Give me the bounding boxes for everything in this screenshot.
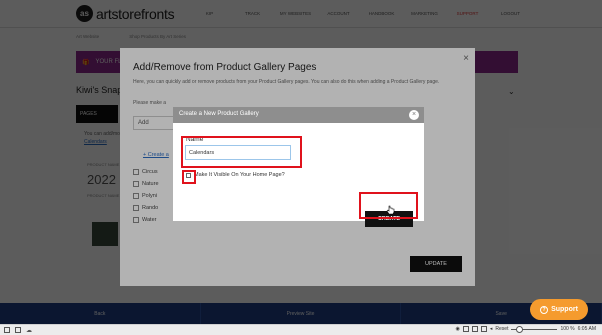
dialog-title: Create a New Product Gallery — [179, 111, 259, 117]
layout-icon[interactable] — [480, 326, 487, 332]
close-icon[interactable]: × — [409, 110, 419, 120]
highlight-box-checkbox — [182, 170, 196, 184]
highlight-box-name — [181, 136, 302, 168]
visible-on-home-label: Make It Visible On Your Home Page? — [194, 172, 285, 178]
window-icon[interactable] — [4, 327, 10, 333]
taskbar: ☁ ◉ ◂ Reset 100 % 6:05 AM — [0, 324, 602, 335]
support-button[interactable]: ? Support — [530, 299, 588, 320]
screen-icon[interactable] — [462, 326, 469, 332]
taskbar-left: ☁ — [4, 327, 32, 334]
reset-label[interactable]: Reset — [495, 326, 508, 332]
cloud-icon[interactable]: ☁ — [26, 327, 32, 334]
support-label: Support — [551, 306, 578, 313]
zoom-level: 100 % — [560, 326, 575, 332]
visible-on-home-option[interactable]: Make It Visible On Your Home Page? — [186, 172, 285, 178]
zoom-slider[interactable] — [511, 325, 558, 333]
clock: 6:05 AM — [577, 326, 596, 332]
window-icon[interactable] — [15, 327, 21, 333]
dialog-header: Create a New Product Gallery × — [173, 107, 424, 123]
camera-icon[interactable]: ◉ — [456, 326, 460, 332]
image-icon[interactable] — [471, 326, 478, 332]
volume-icon[interactable]: ◂ — [490, 326, 493, 332]
taskbar-right: ◉ ◂ Reset 100 % 6:05 AM — [456, 325, 596, 333]
question-icon: ? — [540, 305, 549, 314]
zoom-slider-knob[interactable] — [516, 325, 524, 333]
hand-cursor-icon — [386, 205, 395, 215]
